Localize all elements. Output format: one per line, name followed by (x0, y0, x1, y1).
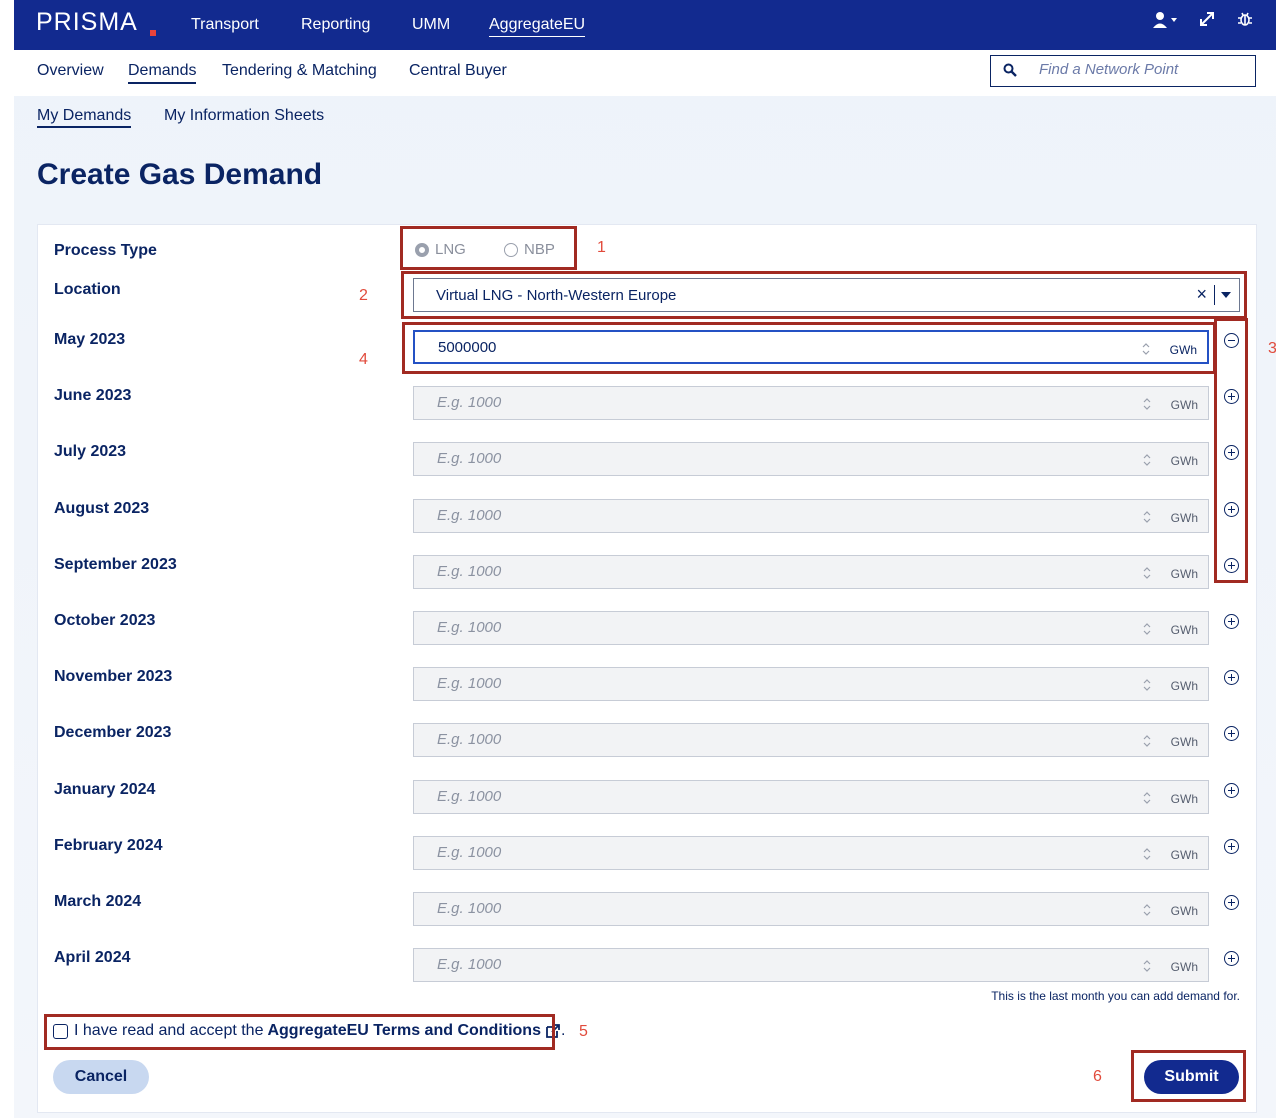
nav-reporting[interactable]: Reporting (301, 16, 370, 34)
demand-quantity-input[interactable] (435, 618, 1089, 637)
page-title: Create Gas Demand (37, 158, 323, 191)
demand-quantity-input[interactable] (435, 899, 1089, 918)
stepper-icon[interactable] (1141, 733, 1153, 749)
unit-label: GWh (1170, 510, 1198, 525)
cancel-button[interactable]: Cancel (53, 1060, 149, 1094)
add-month-icon[interactable] (1224, 895, 1239, 910)
unit-label: GWh (1170, 398, 1198, 413)
location-label: Location (54, 281, 121, 298)
demand-quantity-field[interactable]: GWh (413, 442, 1209, 477)
expand-icon[interactable] (1198, 10, 1216, 33)
subnav-demands[interactable]: Demands (128, 62, 197, 84)
annotation-box-6 (1131, 1050, 1246, 1102)
subnav-tendering-matching[interactable]: Tendering & Matching (222, 62, 377, 80)
annotation-box-4 (402, 322, 1216, 374)
demand-quantity-field[interactable]: GWh (413, 892, 1209, 926)
demand-quantity-field[interactable]: GWh (413, 835, 1209, 870)
month-label: July 2023 (54, 443, 127, 461)
demand-quantity-field[interactable]: GWh (413, 948, 1209, 983)
stepper-icon[interactable] (1141, 452, 1153, 468)
demand-quantity-field[interactable]: GWh (413, 386, 1209, 421)
month-label: October 2023 (54, 612, 156, 629)
annotation-box-5 (44, 1014, 555, 1050)
unit-label: GWh (1170, 679, 1198, 694)
nav-umm[interactable]: UMM (412, 16, 450, 34)
month-label: June 2023 (54, 387, 132, 405)
terms-suffix: . (560, 1022, 566, 1039)
demand-quantity-field[interactable]: GWh (413, 498, 1209, 533)
annotation-box-2 (401, 271, 1247, 319)
stepper-icon[interactable] (1141, 565, 1153, 581)
tab-my-information-sheets[interactable]: My Information Sheets (164, 107, 324, 125)
demand-quantity-field[interactable]: GWh (413, 779, 1209, 814)
stepper-icon[interactable] (1141, 902, 1153, 918)
unit-label: GWh (1170, 791, 1198, 806)
unit-label: GWh (1170, 735, 1198, 750)
stepper-icon[interactable] (1141, 846, 1153, 862)
annotation-number-5: 5 (579, 1023, 588, 1040)
user-menu-icon[interactable] (1152, 10, 1178, 35)
month-label: January 2024 (54, 780, 156, 798)
month-label: December 2023 (54, 724, 172, 742)
add-month-icon[interactable] (1224, 782, 1239, 798)
demand-quantity-field[interactable]: GWh (413, 667, 1209, 702)
month-label: March 2024 (54, 893, 142, 910)
stepper-icon[interactable] (1141, 509, 1153, 525)
stepper-icon[interactable] (1141, 677, 1153, 693)
unit-label: GWh (1170, 454, 1198, 469)
demand-quantity-input[interactable] (435, 449, 1089, 469)
stepper-icon[interactable] (1141, 396, 1153, 412)
month-label: May 2023 (54, 331, 126, 348)
month-label: August 2023 (54, 499, 150, 517)
demand-quantity-field[interactable]: GWh (413, 723, 1209, 758)
network-point-search[interactable] (990, 55, 1256, 87)
tab-my-demands[interactable]: My Demands (37, 107, 132, 128)
subnav-central-buyer[interactable]: Central Buyer (409, 62, 507, 80)
demand-quantity-input[interactable] (435, 505, 1089, 525)
secondary-navigation: Overview Demands Tendering & Matching Ce… (14, 50, 1276, 96)
month-label: September 2023 (54, 555, 177, 573)
annotation-number-3: 3 (1268, 340, 1276, 357)
top-navigation-bar: PRISMA Transport Reporting UMM Aggregate… (14, 0, 1276, 50)
process-type-label: Process Type (54, 242, 157, 259)
nav-transport[interactable]: Transport (191, 16, 259, 34)
bug-icon[interactable] (1236, 10, 1254, 33)
annotation-number-2: 2 (359, 287, 368, 304)
annotation-box-3 (1214, 318, 1248, 583)
demand-quantity-field[interactable]: GWh (413, 611, 1209, 645)
demand-quantity-input[interactable] (435, 730, 1089, 750)
last-month-note: This is the last month you can add deman… (991, 989, 1240, 1003)
add-month-icon[interactable] (1224, 614, 1239, 629)
unit-label: GWh (1170, 566, 1198, 581)
month-label: February 2024 (54, 836, 163, 854)
annotation-number-6: 6 (1093, 1068, 1102, 1085)
demand-quantity-input[interactable] (435, 842, 1089, 862)
demand-quantity-input[interactable] (435, 393, 1089, 413)
stepper-icon[interactable] (1141, 790, 1153, 806)
stepper-icon[interactable] (1141, 958, 1153, 974)
prisma-logo[interactable]: PRISMA (36, 8, 138, 37)
nav-aggregateeu[interactable]: AggregateEU (489, 16, 586, 37)
search-input[interactable] (1037, 60, 1251, 79)
unit-label: GWh (1170, 623, 1198, 637)
subnav-overview[interactable]: Overview (37, 62, 104, 80)
annotation-number-4: 4 (359, 351, 368, 368)
month-label: November 2023 (54, 668, 173, 686)
unit-label: GWh (1170, 904, 1198, 918)
unit-label: GWh (1170, 960, 1198, 975)
logo-dot (150, 30, 156, 36)
demand-quantity-input[interactable] (435, 786, 1089, 806)
search-icon (1003, 63, 1017, 77)
demand-quantity-field[interactable]: GWh (413, 554, 1209, 589)
stepper-icon[interactable] (1141, 621, 1153, 637)
month-label: April 2024 (54, 949, 131, 967)
add-month-icon[interactable] (1224, 838, 1239, 854)
annotation-number-1: 1 (597, 239, 606, 256)
demand-quantity-input[interactable] (435, 561, 1089, 581)
demand-quantity-input[interactable] (435, 955, 1089, 975)
unit-label: GWh (1170, 847, 1198, 862)
demand-quantity-input[interactable] (435, 674, 1089, 694)
annotation-box-1 (400, 226, 577, 270)
